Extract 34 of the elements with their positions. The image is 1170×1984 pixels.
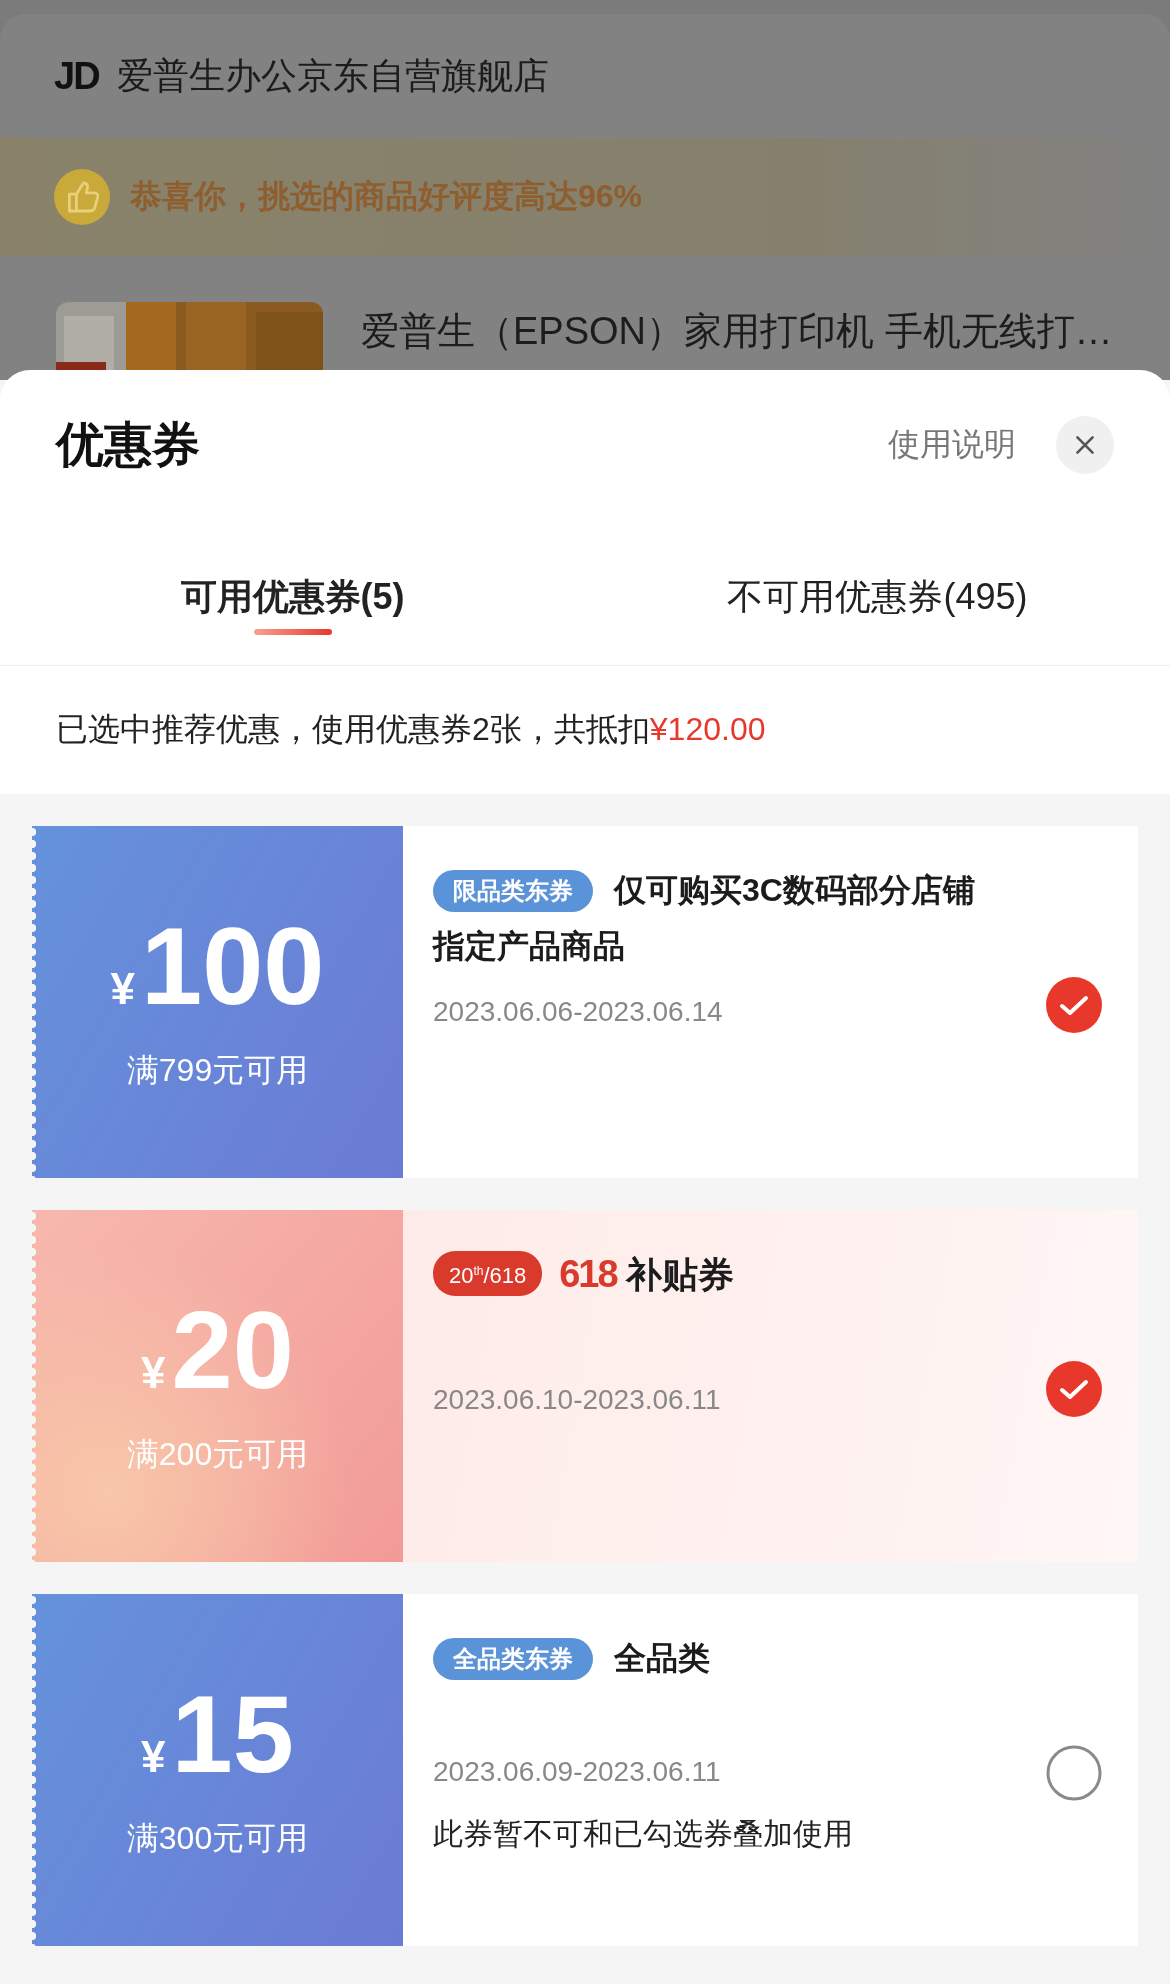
coupon-card[interactable]: ¥100 满799元可用 限品类东券 仅可购买3C数码部分店铺 指定产品商品 2023.06.06-2023.06.14 — [32, 826, 1138, 1178]
coupon-note: 此券暂不可和已勾选券叠加使用 — [433, 1816, 854, 1852]
unchecked-icon[interactable] — [1046, 1745, 1102, 1801]
coupon-title: 补贴券 — [625, 1254, 734, 1295]
checked-icon[interactable] — [1046, 977, 1102, 1033]
sheet-title: 优惠券 — [56, 417, 201, 473]
checked-icon[interactable] — [1046, 1361, 1102, 1417]
coupon-date: 2023.06.09-2023.06.11 — [433, 1756, 722, 1788]
coupon-tag: 限品类东券 — [433, 870, 593, 912]
event-tag: 20$^{th}$/618 — [433, 1250, 543, 1296]
coupon-value: ¥100 — [110, 911, 325, 1021]
coupon-date: 2023.06.06-2023.06.14 — [433, 996, 724, 1028]
thumbs-up-icon — [54, 169, 110, 225]
coupon-card[interactable]: ¥20 满200元可用 20$^{th}$/618 618 补贴券 2023.06.10-2023.06.11 — [32, 1210, 1138, 1562]
coupon-title: 全品类 — [613, 1640, 710, 1676]
coupon-value: ¥15 — [141, 1679, 294, 1789]
banner-text: 恭喜你，挑选的商品好评度高达96% — [130, 177, 643, 216]
tab[interactable]: 可用优惠券(5) — [0, 520, 585, 665]
coupon-tag: 全品类东券 — [433, 1638, 593, 1680]
product-title[interactable]: 爱普生（EPSON）家用打印机 手机无线打… — [361, 306, 1113, 357]
coupon-condition: 满200元可用 — [126, 1435, 309, 1474]
coupon-condition: 满799元可用 — [126, 1051, 309, 1090]
help-link[interactable]: 使用说明 — [888, 423, 1016, 467]
summary-text: 已选中推荐优惠，使用优惠券2张，共抵扣¥120.00 — [56, 710, 766, 749]
store-name[interactable]: 爱普生办公京东自营旗舰店 — [116, 51, 549, 101]
coupon-date: 2023.06.10-2023.06.11 — [433, 1384, 722, 1416]
coupon-value: ¥20 — [141, 1295, 294, 1405]
coupon-condition: 满300元可用 — [126, 1819, 309, 1858]
coupon-title: 仅可购买3C数码部分店铺 — [613, 872, 975, 908]
tab[interactable]: 不可用优惠券(495) — [585, 520, 1170, 665]
store-logo: JD — [54, 54, 99, 98]
coupon-title-prefix: 618 — [559, 1253, 617, 1295]
coupon-title: 指定产品商品 — [433, 927, 625, 966]
coupon-card[interactable]: ¥15 满300元可用 全品类东券 全品类 2023.06.09-2023.06.11 此券暂不可和已勾选券叠加使用 — [32, 1594, 1138, 1946]
